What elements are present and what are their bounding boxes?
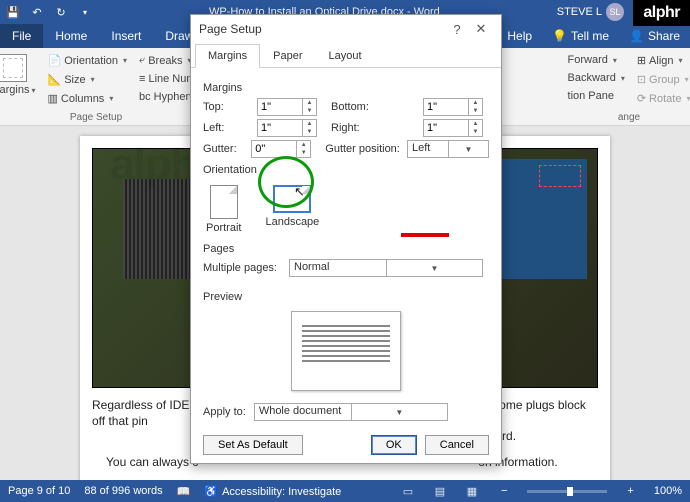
section-orientation: Orientation <box>203 164 489 176</box>
top-input[interactable]: ▲▼ <box>257 98 317 116</box>
margins-icon <box>0 54 27 82</box>
dialog-tabs: Margins Paper Layout <box>191 43 501 68</box>
redo-icon[interactable]: ↻ <box>54 5 68 19</box>
page-setup-dialog: Page Setup ? ✕ Margins Paper Layout Marg… <box>190 14 502 464</box>
ok-button[interactable]: OK <box>371 435 417 455</box>
label-multiple-pages: Multiple pages: <box>203 262 283 274</box>
group-label-arrange: ange <box>618 112 640 123</box>
apply-to-select[interactable]: Whole document▼ <box>254 403 448 421</box>
margins-button[interactable]: Margins <box>0 52 40 107</box>
section-pages: Pages <box>203 243 489 255</box>
tab-file[interactable]: File <box>0 24 43 48</box>
view-read-mode[interactable]: ▭ <box>399 484 417 498</box>
tab-home[interactable]: Home <box>43 24 99 48</box>
label-left: Left: <box>203 122 251 134</box>
set-as-default-button[interactable]: Set As Default <box>203 435 303 455</box>
tab-margins[interactable]: Margins <box>195 44 260 68</box>
breaks-icon: ⤶ <box>139 54 145 67</box>
cancel-button[interactable]: Cancel <box>425 435 489 455</box>
tab-paper[interactable]: Paper <box>260 44 315 68</box>
gutter-input[interactable]: ▲▼ <box>251 140 311 158</box>
group-button[interactable]: ⊡Group <box>633 71 690 88</box>
line-numbers-icon: ≡ <box>139 73 145 85</box>
section-preview: Preview <box>203 291 489 303</box>
status-proofing-icon[interactable]: 📖 <box>177 485 191 498</box>
status-page[interactable]: Page 9 of 10 <box>8 485 70 497</box>
hyphenation-icon: bc <box>139 91 151 103</box>
save-icon[interactable]: 💾 <box>6 5 20 19</box>
share-button[interactable]: 👤Share <box>619 24 690 48</box>
multiple-pages-select[interactable]: Normal▼ <box>289 259 483 277</box>
label-apply-to: Apply to: <box>203 406 246 418</box>
landscape-icon <box>273 185 311 213</box>
columns-button[interactable]: ▥Columns <box>44 90 132 107</box>
group-label-page-setup: Page Setup <box>70 112 122 123</box>
label-right: Right: <box>331 122 417 134</box>
orientation-icon: 📄 <box>48 54 62 67</box>
columns-icon: ▥ <box>48 92 58 105</box>
view-web-layout[interactable]: ▦ <box>463 484 481 498</box>
right-input[interactable]: ▲▼ <box>423 119 483 137</box>
orientation-button[interactable]: 📄Orientation <box>44 52 132 69</box>
zoom-level[interactable]: 100% <box>654 485 682 497</box>
view-print-layout[interactable]: ▤ <box>431 484 449 498</box>
size-icon: 📐 <box>48 73 62 86</box>
gutter-position-select[interactable]: Left▼ <box>407 140 489 158</box>
portrait-icon <box>210 185 238 219</box>
tab-insert[interactable]: Insert <box>99 24 153 48</box>
landscape-button[interactable]: Landscape <box>262 182 322 237</box>
site-logo: alphr <box>633 0 690 26</box>
label-bottom: Bottom: <box>331 101 417 113</box>
label-gutter-pos: Gutter position: <box>325 143 401 155</box>
label-top: Top: <box>203 101 251 113</box>
bring-forward-button[interactable]: Forward <box>564 52 629 68</box>
preview-box <box>291 311 401 391</box>
dialog-help-button[interactable]: ? <box>445 22 469 37</box>
zoom-slider[interactable] <box>527 490 607 493</box>
label-gutter: Gutter: <box>203 143 245 155</box>
left-input[interactable]: ▲▼ <box>257 119 317 137</box>
align-button[interactable]: ⊞Align <box>633 52 690 69</box>
user-name: STEVE L <box>557 6 602 18</box>
status-words[interactable]: 88 of 996 words <box>84 485 162 497</box>
undo-icon[interactable]: ↶ <box>30 5 44 19</box>
status-bar: Page 9 of 10 88 of 996 words 📖 ♿Accessib… <box>0 480 690 502</box>
rotate-button[interactable]: ⟳Rotate <box>633 90 690 107</box>
annotation-red-underline <box>401 233 449 237</box>
qat-more-icon[interactable]: ▾ <box>78 5 92 19</box>
bottom-input[interactable]: ▲▼ <box>423 98 483 116</box>
status-accessibility[interactable]: ♿Accessibility: Investigate <box>204 485 341 498</box>
tab-layout[interactable]: Layout <box>315 44 374 68</box>
share-icon: 👤 <box>629 29 644 43</box>
rotate-icon: ⟳ <box>637 92 646 105</box>
user-avatar[interactable]: SL <box>606 3 624 21</box>
group-icon: ⊡ <box>637 73 646 86</box>
selection-pane-button[interactable]: tion Pane <box>564 88 629 104</box>
zoom-out-button[interactable]: − <box>501 485 507 497</box>
lightbulb-icon: 💡 <box>552 29 567 43</box>
tell-me[interactable]: 💡Tell me <box>542 24 619 48</box>
section-margins: Margins <box>203 82 489 94</box>
send-backward-button[interactable]: Backward <box>564 70 629 86</box>
portrait-button[interactable]: Portrait <box>203 182 244 237</box>
zoom-in-button[interactable]: + <box>627 485 633 497</box>
size-button[interactable]: 📐Size <box>44 71 132 88</box>
dialog-close-button[interactable]: ✕ <box>469 21 493 37</box>
tab-help[interactable]: Help <box>497 24 542 48</box>
align-icon: ⊞ <box>637 54 646 67</box>
dialog-title: Page Setup <box>199 22 262 36</box>
